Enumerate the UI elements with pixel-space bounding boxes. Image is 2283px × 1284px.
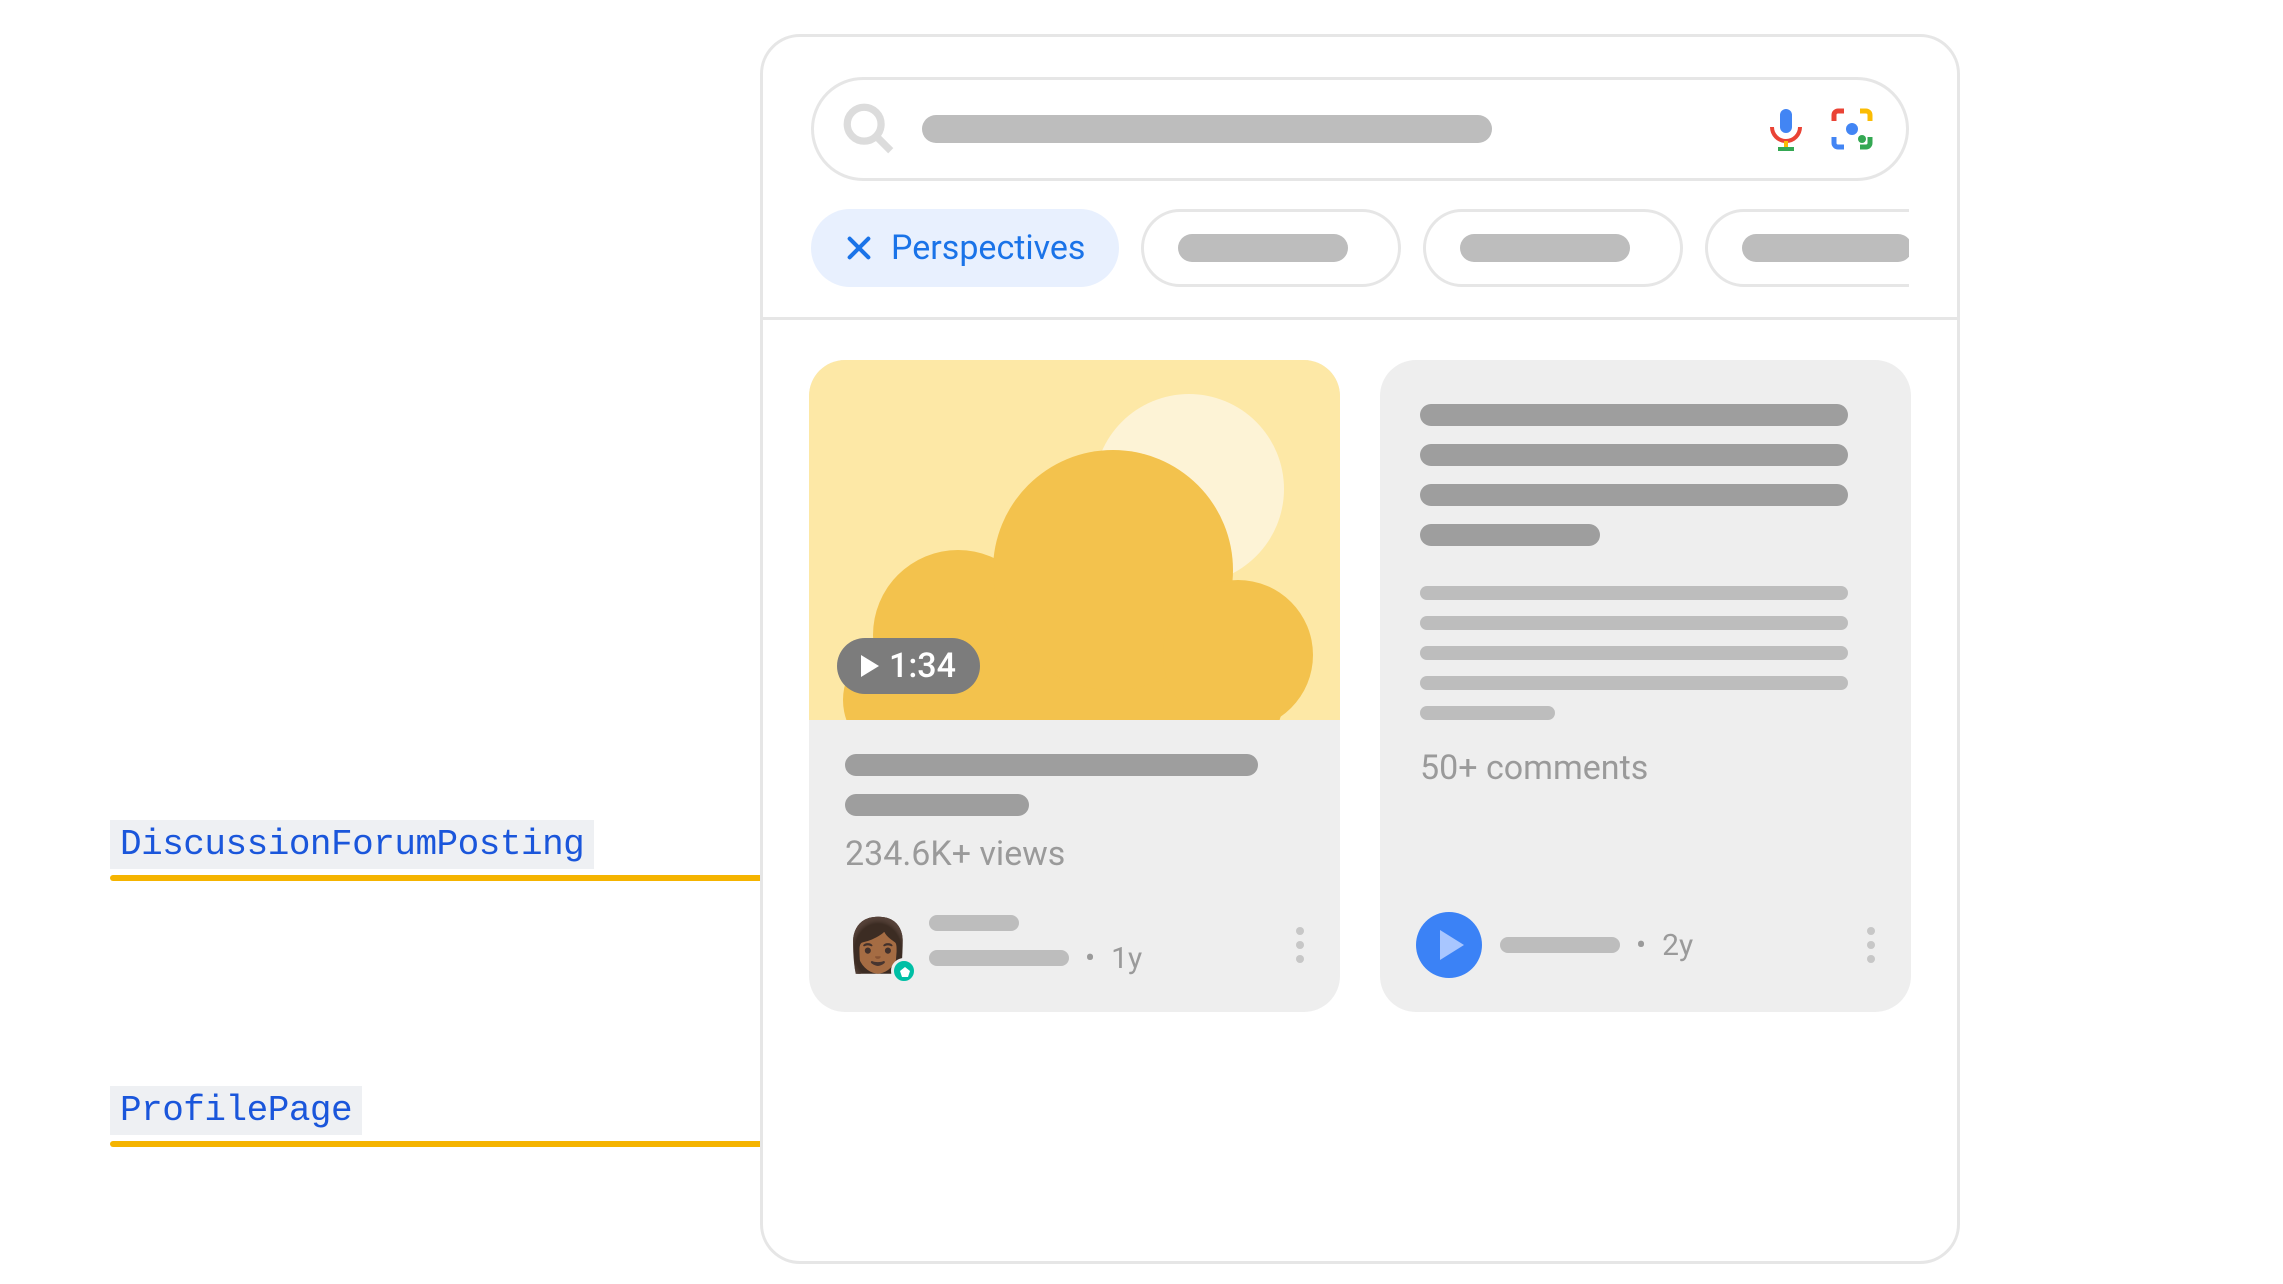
bullet-separator: • — [1636, 928, 1646, 963]
post-age: 1y — [1111, 941, 1142, 976]
snippet-placeholder-line — [1420, 676, 1848, 690]
chip-placeholder-bar — [1460, 234, 1630, 262]
result-card-text[interactable]: 50+ comments • 2y — [1380, 360, 1911, 1012]
title-placeholder-line — [1420, 404, 1848, 426]
bullet-separator: • — [1085, 941, 1095, 976]
annotation-profile-page: ProfilePage — [110, 1086, 870, 1147]
card-footer: • 2y — [1380, 902, 1911, 1012]
verified-badge-icon — [891, 958, 917, 984]
comments-text: 50+ comments — [1420, 748, 1871, 788]
more-menu-icon[interactable] — [1867, 927, 1875, 963]
chip-placeholder[interactable] — [1141, 209, 1401, 287]
video-duration-text: 1:34 — [889, 646, 956, 686]
search-bar[interactable] — [811, 77, 1909, 181]
chip-perspectives[interactable]: Perspectives — [811, 209, 1119, 287]
post-age: 2y — [1662, 928, 1693, 963]
filter-chips-row: Perspectives — [811, 209, 1909, 287]
chip-placeholder[interactable] — [1705, 209, 1909, 287]
more-menu-icon[interactable] — [1296, 927, 1304, 963]
search-icon — [840, 100, 898, 158]
author-avatar[interactable]: 👩🏾 — [845, 912, 911, 978]
chip-placeholder[interactable] — [1423, 209, 1683, 287]
chip-label: Perspectives — [891, 228, 1085, 268]
lens-icon[interactable] — [1828, 105, 1876, 153]
source-name-placeholder — [1500, 937, 1620, 953]
annotation-label: ProfilePage — [110, 1086, 362, 1135]
author-name-placeholder — [929, 915, 1019, 931]
author-lines: • 1y — [929, 915, 1142, 976]
annotation-connector-line — [110, 1141, 870, 1147]
mic-icon[interactable] — [1762, 105, 1810, 153]
snippet-placeholder-line — [1420, 646, 1848, 660]
card-body: 234.6K+ views — [809, 720, 1340, 902]
chip-placeholder-bar — [1178, 234, 1348, 262]
source-avatar[interactable] — [1416, 912, 1482, 978]
close-icon — [845, 234, 873, 262]
title-placeholder-line — [1420, 524, 1600, 546]
annotation-label: DiscussionForumPosting — [110, 820, 594, 869]
snippet-placeholder-line — [1420, 706, 1555, 720]
title-placeholder-line — [845, 794, 1029, 816]
title-placeholder-line — [845, 754, 1258, 776]
results-row: 1:34 234.6K+ views 👩🏾 • 1y — [763, 320, 1957, 1058]
card-body: 50+ comments — [1380, 360, 1911, 798]
card-footer: 👩🏾 • 1y — [809, 902, 1340, 1012]
chip-placeholder-bar — [1742, 234, 1909, 262]
play-triangle-icon — [1440, 930, 1464, 960]
video-duration-badge: 1:34 — [837, 638, 980, 694]
search-query-placeholder — [922, 115, 1492, 143]
title-placeholder-line — [1420, 484, 1848, 506]
snippet-placeholder-line — [1420, 616, 1848, 630]
title-placeholder-line — [1420, 444, 1848, 466]
play-triangle-icon — [861, 655, 879, 677]
views-text: 234.6K+ views — [845, 834, 1304, 874]
author-handle-placeholder — [929, 950, 1069, 966]
device-header: Perspectives — [763, 37, 1957, 320]
video-thumbnail: 1:34 — [809, 360, 1340, 720]
result-card-video[interactable]: 1:34 234.6K+ views 👩🏾 • 1y — [809, 360, 1340, 1012]
device-frame: Perspectives 1:34 — [760, 34, 1960, 1264]
snippet-placeholder-line — [1420, 586, 1848, 600]
